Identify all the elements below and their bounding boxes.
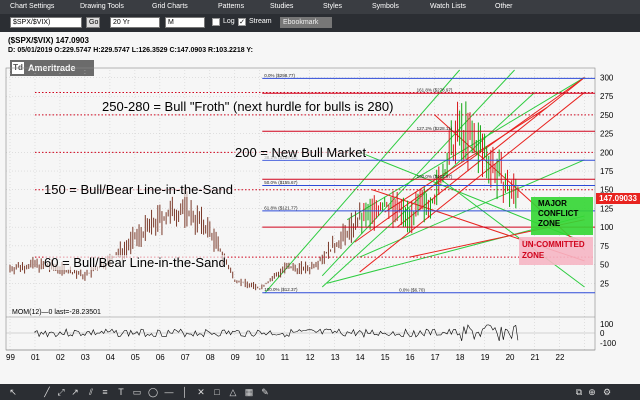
square-tool-icon[interactable]: □	[212, 387, 222, 397]
price-tick-label: 250	[600, 111, 614, 120]
triangle-tool-icon[interactable]: △	[228, 387, 238, 397]
fib-label: 0.0% ($6.70)	[399, 288, 425, 293]
time-tick-label: 15	[381, 353, 390, 362]
time-tick-label: 99	[6, 353, 15, 362]
mom-tick-label: 100	[600, 320, 614, 329]
fib-label: 100.0% ($12.37)	[264, 287, 298, 292]
ellipse-tool-icon[interactable]: ◯	[148, 387, 158, 397]
annotation-froth: 250-280 = Bull "Froth" (next hurdle for …	[102, 99, 394, 114]
time-tick-label: 02	[56, 353, 65, 362]
time-tick-label: 13	[331, 353, 340, 362]
drawing-toolbar: ↖ ╱ ⤢ ↗ ⫽ ≡ T ▭ ◯ — │ ✕ □ △ ▦ ✎ ⧉ ⊕ ⚙	[0, 384, 640, 400]
fib-tool-icon[interactable]: ≡	[100, 387, 110, 397]
momentum-panel: 1000-100	[6, 316, 617, 348]
price-tick-label: 100	[600, 223, 614, 232]
mom-tick-label: 0	[600, 329, 605, 338]
price-tick-label: 25	[600, 279, 609, 288]
major-conflict-label-2: CONFLICT	[538, 209, 579, 218]
time-axis: 99 01 02 03 04 05 06 07 08 09 10 11 12 13 14 15 16 17 18 19…	[6, 349, 595, 362]
time-tick-label: 08	[206, 353, 215, 362]
settings-icon[interactable]: ⚙	[602, 387, 612, 397]
fib-label: 50.0% ($155.67)	[264, 180, 298, 185]
price-tick-label: 275	[600, 92, 614, 101]
time-tick-label: 21	[531, 353, 540, 362]
time-tick-label: 11	[281, 353, 290, 362]
fib-label: 161.8% ($278.97)	[417, 88, 453, 93]
price-axis: 300275250225200175150125100755025	[600, 73, 614, 288]
momentum-label: MOM(12)—0 last=-28.23501	[12, 309, 101, 316]
time-tick-label: 05	[131, 353, 140, 362]
fib-label: 100.0% ($163.97)	[417, 174, 453, 179]
price-tick-label: 225	[600, 130, 614, 139]
fib-label: 127.2% ($228.11)	[417, 126, 453, 131]
mom-tick-label: -100	[600, 339, 617, 348]
time-tick-label: 14	[356, 353, 365, 362]
time-tick-label: 18	[456, 353, 465, 362]
line-tool-icon[interactable]: ╱	[42, 387, 52, 397]
price-tick-label: 200	[600, 148, 614, 157]
time-tick-label: 04	[106, 353, 115, 362]
time-tick-label: 03	[81, 353, 90, 362]
last-price-tag: 147.09033	[596, 193, 640, 204]
rect-tool-icon[interactable]: ▭	[132, 387, 142, 397]
major-conflict-label-3: ZONE	[538, 219, 561, 228]
time-tick-label: 07	[181, 353, 190, 362]
annotation-new-bull: 200 = New Bull Market	[235, 145, 367, 160]
time-tick-label: 10	[256, 353, 265, 362]
ray-tool-icon[interactable]: ⤢	[56, 387, 66, 397]
vline-tool-icon[interactable]: │	[180, 387, 190, 397]
cursor-icon[interactable]: ↖	[8, 387, 18, 397]
text-tool-icon[interactable]: T	[116, 387, 126, 397]
time-tick-label: 17	[431, 353, 440, 362]
chart-link-icon[interactable]: ⧉	[574, 387, 584, 397]
time-tick-label: 09	[231, 353, 240, 362]
hline-tool-icon[interactable]: —	[164, 387, 174, 397]
annotation-line-in-sand-150: 150 = Bull/Bear Line-in-the-Sand	[44, 182, 233, 197]
time-tick-label: 01	[31, 353, 40, 362]
arrow-tool-icon[interactable]: ↗	[70, 387, 80, 397]
price-tick-label: 300	[600, 73, 614, 82]
zoom-icon[interactable]: ⊕	[587, 387, 597, 397]
time-tick-label: 20	[506, 353, 515, 362]
price-tick-label: 125	[600, 204, 614, 213]
time-tick-label: 22	[556, 353, 565, 362]
fib-label: 0.0% ($298.77)	[264, 73, 295, 78]
uncommitted-label-2: ZONE	[522, 251, 545, 260]
note-tool-icon[interactable]: ✎	[260, 387, 270, 397]
fib-label: 61.8% ($121.77)	[264, 205, 298, 210]
annotation-line-in-sand-60: 60 = Bull/Bear Line-in-the-Sand	[44, 255, 226, 270]
time-tick-label: 06	[156, 353, 165, 362]
grid-tool-icon[interactable]: ▦	[244, 387, 254, 397]
uncommitted-label-1: UN-COMMITTED	[522, 240, 585, 249]
cross-tool-icon[interactable]: ✕	[196, 387, 206, 397]
price-tick-label: 175	[600, 167, 614, 176]
price-tick-label: 50	[600, 261, 609, 270]
channel-tool-icon[interactable]: ⫽	[86, 387, 96, 397]
price-tick-label: 75	[600, 242, 609, 251]
time-tick-label: 16	[406, 353, 415, 362]
time-tick-label: 12	[306, 353, 315, 362]
major-conflict-label-1: MAJOR	[538, 199, 567, 208]
time-tick-label: 19	[481, 353, 490, 362]
